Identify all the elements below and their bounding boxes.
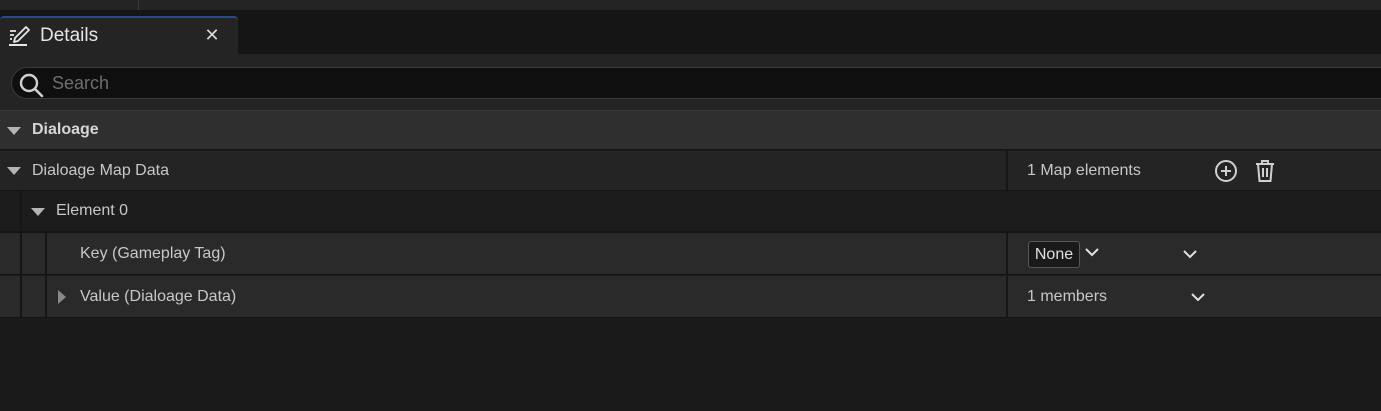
close-icon[interactable]: ✕	[204, 26, 220, 44]
property-row-map: Dialoage Map Data 1 Map elements	[0, 151, 1381, 191]
collapse-arrow-icon[interactable]	[31, 208, 45, 216]
column-splitter[interactable]	[1006, 151, 1008, 190]
category-label: Dialoage	[32, 121, 99, 138]
property-label: Value (Dialoage Data)	[80, 288, 237, 305]
expand-arrow-icon[interactable]	[58, 290, 66, 304]
chevron-down-icon[interactable]	[1182, 246, 1198, 262]
pencil-note-icon	[9, 26, 30, 46]
column-splitter[interactable]	[1006, 276, 1008, 317]
collapse-arrow-icon[interactable]	[7, 167, 21, 175]
top-strip-divider	[138, 0, 139, 10]
category-header[interactable]: Dialoage	[0, 110, 1381, 150]
column-splitter[interactable]	[1006, 233, 1008, 274]
indent-guide	[20, 191, 22, 231]
property-value: 1 members	[1027, 288, 1108, 305]
property-label: Dialoage Map Data	[32, 162, 169, 179]
tab-details[interactable]: Details ✕	[0, 16, 238, 54]
gameplay-tag-combo[interactable]: None	[1028, 241, 1080, 268]
tab-title: Details	[40, 25, 99, 46]
indent-guide	[45, 233, 47, 274]
trash-icon[interactable]	[1253, 159, 1277, 183]
tab-bar: Details ✕	[0, 10, 1381, 54]
property-row-element: Element 0	[0, 191, 1381, 232]
search-bar	[0, 54, 1381, 110]
property-label: Element 0	[56, 202, 129, 219]
property-row-key: Key (Gameplay Tag) None	[0, 232, 1381, 275]
indent-guide	[20, 233, 22, 274]
chevron-down-icon[interactable]	[1084, 244, 1100, 260]
property-row-value: Value (Dialoage Data) 1 members	[0, 276, 1381, 318]
search-icon	[19, 73, 44, 98]
add-circle-icon[interactable]	[1214, 159, 1238, 183]
top-panel-strip	[0, 0, 1381, 10]
property-label: Key (Gameplay Tag)	[80, 245, 226, 262]
chevron-down-icon[interactable]	[1190, 289, 1206, 305]
property-value: 1 Map elements	[1027, 162, 1141, 179]
indent-guide	[20, 276, 22, 317]
indent-guide	[45, 276, 47, 317]
search-input[interactable]	[52, 70, 1352, 96]
search-box[interactable]	[11, 67, 1381, 99]
collapse-arrow-icon[interactable]	[7, 127, 21, 135]
